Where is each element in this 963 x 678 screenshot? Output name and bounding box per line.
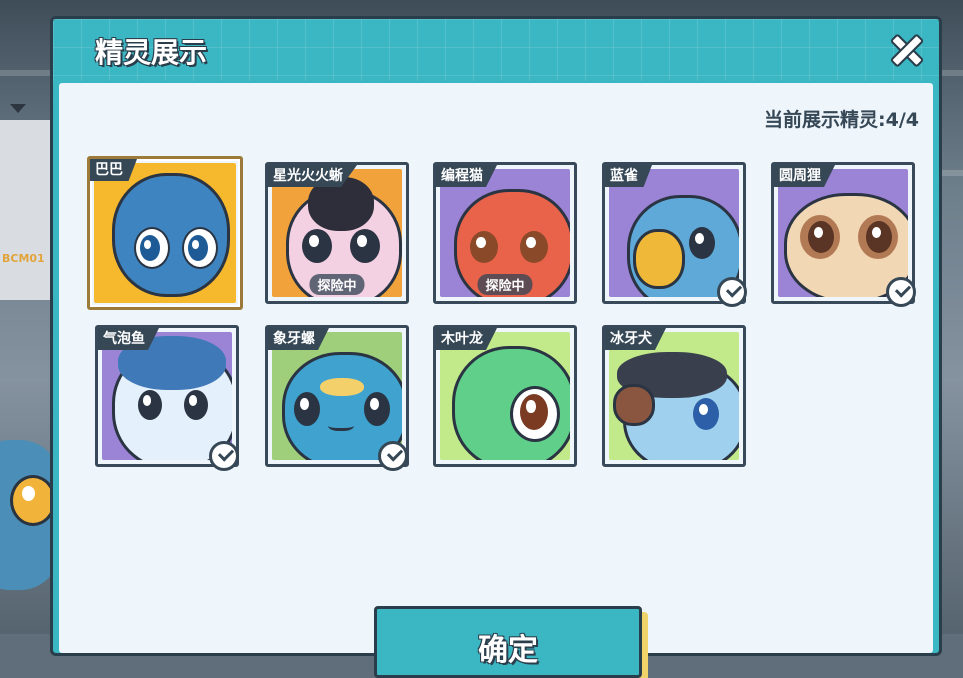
confirm-button-label: 确定 [478, 633, 538, 668]
creature-eye-left [138, 390, 162, 420]
creature-mouth [328, 418, 354, 431]
creature-eye-right [520, 231, 548, 263]
creature-eye-left [808, 221, 834, 253]
spirit-card-art [609, 332, 739, 460]
spirit-status: 探险中 [477, 274, 533, 295]
spirit-card-art [440, 332, 570, 460]
displayed-check-icon [717, 277, 747, 307]
display-counter: 当前展示精灵:4/4 [764, 109, 919, 131]
spirit-status: 探险中 [309, 274, 365, 295]
spirit-card-art [609, 169, 739, 297]
spirit-card-art [102, 332, 232, 460]
creature-beak [633, 229, 685, 289]
confirm-button[interactable]: 确定 [374, 606, 642, 678]
creature-eye-left [470, 231, 498, 263]
creature-pupil-right [188, 235, 208, 261]
spirit-card-ice-fang-dog[interactable]: 冰牙犬 [602, 325, 746, 467]
spirit-card-starlight-salamander[interactable]: 星光火火蜥 探险中 [265, 162, 409, 304]
shelf-tag: BCM01 [2, 252, 45, 265]
creature-eye [520, 394, 548, 430]
close-button[interactable] [885, 29, 925, 69]
creature-pupil-left [140, 235, 160, 261]
creature-eye [693, 398, 719, 430]
creature-eye-right [866, 221, 892, 253]
displayed-check-icon [378, 441, 408, 471]
creature-eye-right [184, 390, 208, 420]
spirit-card-baba[interactable]: 巴巴 [87, 156, 243, 310]
displayed-check-icon [886, 277, 916, 307]
spirit-card-coding-cat[interactable]: 编程猫 探险中 [433, 162, 577, 304]
dropdown-arrow-icon [10, 104, 26, 113]
spirit-card-leaf-dragon[interactable]: 木叶龙 [433, 325, 577, 467]
spirit-card-art [778, 169, 908, 297]
creature-eye-left [302, 229, 332, 263]
spirit-display-dialog: 精灵展示 当前展示精灵:4/4 巴巴 星光火火蜥 探险中 编程猫 探险中 蓝雀 … [50, 16, 942, 678]
dialog-title: 精灵展示 [95, 36, 208, 69]
creature-eye-right [364, 392, 390, 426]
displayed-check-icon [209, 441, 239, 471]
creature-eye-left [294, 392, 320, 426]
creature-forehead-mark [320, 378, 364, 396]
dialog-header: 精灵展示 [53, 19, 939, 81]
creature-eye [689, 227, 715, 259]
creature-eye-right [350, 229, 380, 263]
dialog-body: 当前展示精灵:4/4 巴巴 星光火火蜥 探险中 编程猫 探险中 蓝雀 圆周狸 气… [59, 83, 933, 678]
spirit-card-art [94, 163, 236, 303]
creature-nose [613, 384, 655, 426]
spirit-card-art [272, 332, 402, 460]
